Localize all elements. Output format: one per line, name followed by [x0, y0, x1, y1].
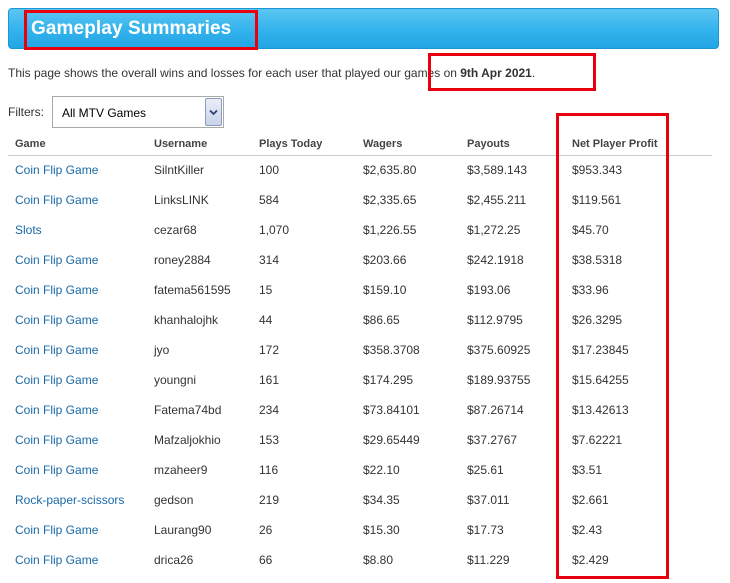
cell-username: SilntKiller [154, 163, 205, 178]
game-link[interactable]: Coin Flip Game [15, 463, 98, 477]
cell-wagers: $34.35 [363, 493, 400, 507]
cell-game: Coin Flip Game [8, 515, 147, 545]
cell-game: Coin Flip Game [8, 245, 147, 275]
cell-payouts: $17.73 [467, 523, 504, 537]
cell-plays-today: 100 [259, 163, 280, 178]
cell-username: Fatema74bd [154, 403, 222, 417]
game-filter-select[interactable]: All MTV Games [52, 96, 224, 128]
cell-payouts: $189.93755 [467, 373, 531, 387]
filters-label: Filters: [8, 105, 44, 119]
game-link[interactable]: Slots [15, 223, 42, 237]
cell-username: jyo [154, 343, 170, 357]
cell-payouts: $242.1918 [467, 253, 524, 267]
column-header-username[interactable]: Username [147, 134, 252, 156]
game-link[interactable]: Coin Flip Game [15, 313, 98, 327]
cell-game: Coin Flip Game [8, 155, 147, 185]
cell-plays-today: 116 [259, 463, 279, 477]
cell-payouts: $37.2767 [467, 433, 518, 447]
cell-wagers: $1,226.55 [363, 223, 417, 237]
cell-wagers: $8.80 [363, 553, 394, 567]
cell-wagers: $159.10 [363, 283, 407, 297]
cell-username: Mafzaljokhio [154, 433, 221, 447]
cell-payouts: $112.9795 [467, 313, 523, 327]
cell-game: Coin Flip Game [8, 185, 147, 215]
game-link[interactable]: Coin Flip Game [15, 553, 98, 567]
cell-plays-today: 219 [259, 493, 280, 507]
cell-username: gedson [154, 493, 194, 507]
cell-plays-today: 161 [259, 373, 280, 387]
cell-username: fatema561595 [154, 283, 231, 297]
cell-wagers: $15.30 [363, 523, 400, 537]
intro-text: This page shows the overall wins and los… [8, 64, 720, 82]
cell-payouts: $193.06 [467, 283, 511, 297]
cell-wagers: $174.295 [363, 373, 414, 387]
cell-payouts: $37.011 [467, 493, 510, 507]
cell-plays-today: 66 [259, 553, 273, 567]
cell-wagers: $29.65449 [363, 433, 420, 447]
cell-game: Coin Flip Game [8, 425, 147, 455]
cell-game: Coin Flip Game [8, 275, 147, 305]
column-header-payouts[interactable]: Payouts [460, 134, 565, 156]
cell-game: Rock-paper-scissors [8, 485, 147, 515]
highlight-box-net-profit [556, 113, 669, 579]
game-link[interactable]: Coin Flip Game [15, 433, 98, 447]
game-link[interactable]: Coin Flip Game [15, 283, 98, 297]
cell-payouts: $11.229 [467, 553, 510, 567]
game-link[interactable]: Coin Flip Game [15, 343, 98, 357]
cell-payouts: $25.61 [467, 463, 504, 477]
cell-game: Coin Flip Game [8, 545, 147, 575]
highlight-box-date [428, 53, 596, 91]
cell-wagers: $22.10 [363, 463, 400, 477]
cell-wagers: $2,335.65 [363, 193, 417, 207]
cell-wagers: $358.3708 [363, 343, 420, 357]
cell-wagers: $2,635.80 [363, 163, 417, 178]
game-link[interactable]: Rock-paper-scissors [15, 493, 124, 507]
cell-wagers: $86.65 [363, 313, 400, 327]
cell-username: LinksLINK [154, 193, 209, 207]
cell-plays-today: 584 [259, 193, 280, 207]
cell-plays-today: 172 [259, 343, 280, 357]
game-link[interactable]: Coin Flip Game [15, 193, 98, 207]
game-link[interactable]: Coin Flip Game [15, 253, 98, 267]
cell-plays-today: 1,070 [259, 223, 290, 237]
cell-payouts: $2,455.211 [467, 193, 527, 207]
cell-plays-today: 26 [259, 523, 273, 537]
cell-username: youngni [154, 373, 197, 387]
game-link[interactable]: Coin Flip Game [15, 523, 98, 537]
cell-plays-today: 153 [259, 433, 280, 447]
cell-game: Coin Flip Game [8, 395, 147, 425]
cell-game: Coin Flip Game [8, 335, 147, 365]
cell-wagers: $203.66 [363, 253, 407, 267]
cell-payouts: $375.60925 [467, 343, 531, 357]
cell-username: cezar68 [154, 223, 197, 237]
column-header-plays-today[interactable]: Plays Today [252, 134, 356, 156]
cell-payouts: $87.26714 [467, 403, 524, 417]
game-link[interactable]: Coin Flip Game [15, 373, 98, 387]
select-arrow-button[interactable] [205, 98, 222, 126]
game-link[interactable]: Coin Flip Game [15, 163, 98, 177]
game-link[interactable]: Coin Flip Game [15, 403, 98, 417]
intro-text-before: This page shows the overall wins and los… [8, 66, 461, 80]
cell-wagers: $73.84101 [363, 403, 420, 417]
cell-game: Coin Flip Game [8, 455, 147, 485]
chevron-down-icon [209, 109, 218, 115]
cell-username: roney2884 [154, 253, 211, 267]
cell-payouts: $1,272.25 [467, 223, 521, 237]
column-header-wagers[interactable]: Wagers [356, 134, 460, 156]
cell-game: Slots [8, 215, 147, 245]
cell-plays-today: 234 [259, 403, 280, 417]
highlight-box-title [24, 10, 258, 50]
cell-username: drica26 [154, 553, 194, 567]
cell-username: mzaheer9 [154, 463, 208, 477]
cell-game: Coin Flip Game [8, 365, 147, 395]
cell-game: Coin Flip Game [8, 305, 147, 335]
column-header-game[interactable]: Game [8, 134, 147, 156]
game-filter-value: All MTV Games [62, 106, 147, 120]
cell-payouts: $3,589.143 [467, 163, 528, 178]
cell-plays-today: 44 [259, 313, 273, 327]
cell-username: Laurang90 [154, 523, 212, 537]
cell-plays-today: 15 [259, 283, 273, 297]
cell-username: khanhalojhk [154, 313, 219, 327]
cell-plays-today: 314 [259, 253, 280, 267]
